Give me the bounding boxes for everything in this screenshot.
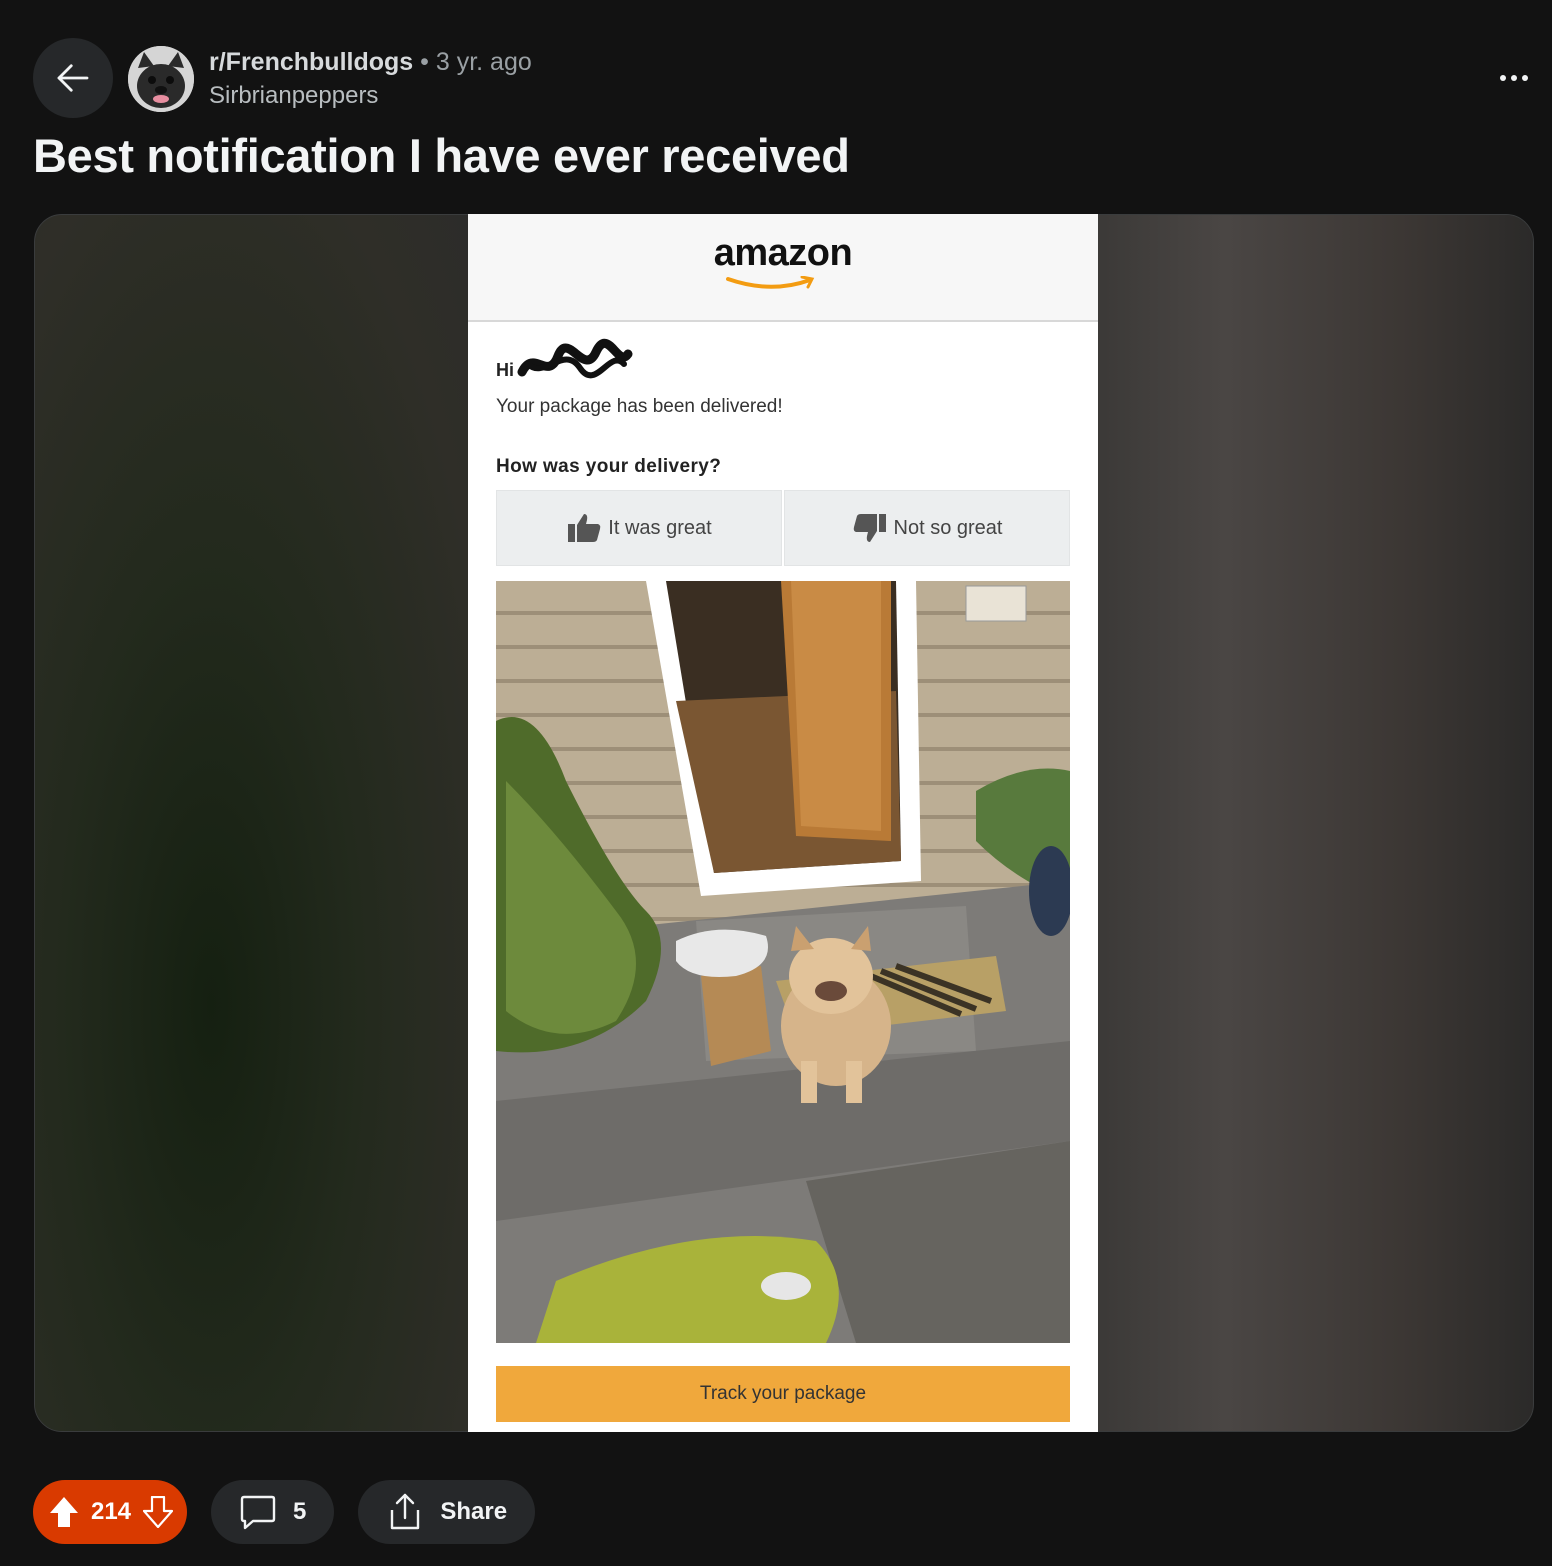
delivery-photo[interactable] (496, 581, 1070, 1343)
amazon-smile-icon (726, 276, 815, 289)
downvote-icon (143, 1496, 173, 1528)
blurred-background-left (35, 215, 475, 1431)
author-link[interactable]: Sirbrianpeppers (209, 80, 532, 112)
blurred-background-right (1093, 215, 1533, 1431)
email-header: amazon (468, 214, 1098, 322)
track-package-label: Track your package (699, 1383, 867, 1404)
meta-separator: • (420, 48, 429, 76)
amazon-logo: amazon (713, 232, 853, 274)
share-button[interactable]: Share (358, 1480, 536, 1544)
amazon-email-screenshot[interactable]: amazon Hi Your package has been delivere… (468, 214, 1098, 1432)
comment-icon (240, 1495, 276, 1530)
subreddit-link[interactable]: r/Frenchbulldogs (209, 48, 413, 76)
french-bulldog-avatar-image (128, 46, 194, 112)
comment-count: 5 (293, 1498, 307, 1525)
share-icon (391, 1493, 420, 1530)
it-was-great-button[interactable]: It was great (496, 490, 782, 566)
not-so-great-label: Not so great (893, 516, 1003, 539)
french-bulldog-porch-photo (496, 581, 1070, 1343)
thumbs-down-icon (853, 514, 886, 542)
back-button[interactable] (33, 38, 113, 118)
upvote-button[interactable] (49, 1496, 79, 1528)
more-horizontal-icon (1500, 75, 1528, 81)
subreddit-avatar[interactable] (128, 46, 194, 112)
comments-button[interactable]: 5 (211, 1480, 335, 1544)
share-label: Share (440, 1498, 508, 1525)
vote-count: 214 (90, 1498, 132, 1525)
delivery-question: How was your delivery? (496, 456, 722, 477)
thumbs-up-icon (568, 514, 601, 542)
not-so-great-button[interactable]: Not so great (784, 490, 1070, 566)
more-options-button[interactable] (1496, 60, 1532, 96)
downvote-button[interactable] (143, 1496, 173, 1528)
post-age: 3 yr. ago (435, 48, 532, 76)
redaction-scribble (517, 339, 633, 379)
delivered-message: Your package has been delivered! (496, 396, 783, 417)
post-title: Best notification I have ever received (33, 129, 850, 182)
email-greeting: Hi (496, 360, 514, 380)
it-was-great-label: It was great (608, 516, 712, 539)
vote-pill: 214 (33, 1480, 187, 1544)
arrow-left-icon (57, 64, 89, 92)
post-actions-bar: 214 5 Share (33, 1480, 536, 1544)
track-package-button[interactable]: Track your package (496, 1366, 1070, 1422)
upvote-icon (50, 1497, 78, 1527)
